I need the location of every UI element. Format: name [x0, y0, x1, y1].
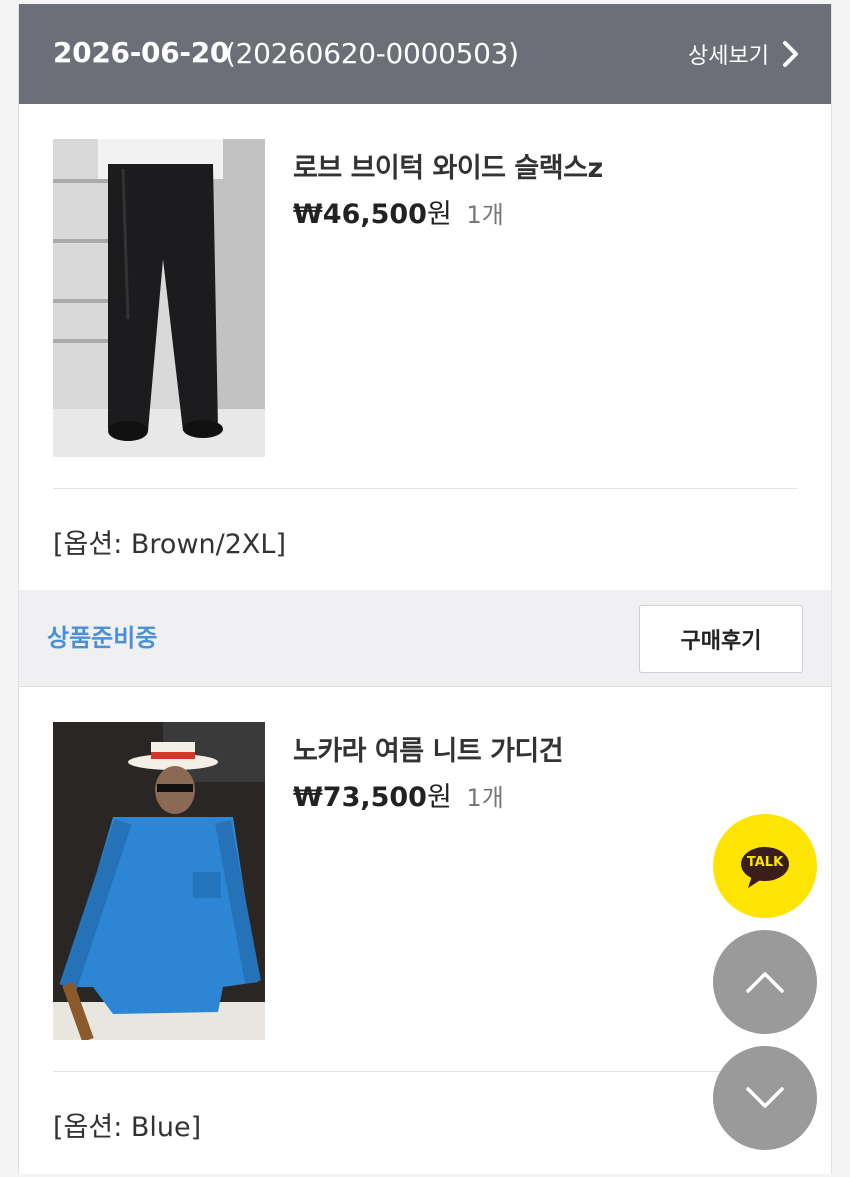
scroll-down-button[interactable] [713, 1046, 817, 1150]
chevron-right-icon [783, 41, 798, 67]
product-name[interactable]: 로브 브이턱 와이드 슬랙스z [293, 146, 603, 185]
order-item: 로브 브이턱 와이드 슬랙스z ₩46,500원 1개 [옵션: Brown/2… [19, 104, 831, 590]
item-status-bar: 상품준비중 구매후기 [19, 590, 831, 687]
review-button[interactable]: 구매후기 [639, 605, 803, 673]
divider [53, 488, 797, 489]
product-image[interactable] [53, 722, 265, 1040]
knit-cardigan-photo [53, 722, 265, 1040]
product-name[interactable]: 노카라 여름 니트 가디건 [293, 729, 564, 768]
order-item: 노카라 여름 니트 가디건 ₩73,500원 1개 [옵션: Blue] [19, 687, 831, 1177]
price-value: ₩46,500 [293, 199, 427, 230]
scroll-up-button[interactable] [713, 930, 817, 1034]
product-image[interactable] [53, 139, 265, 457]
order-header: 2026-06-20 (20260620-0000503) 상세보기 [19, 4, 831, 104]
price-unit: 원 [426, 199, 452, 230]
status-label: 상품준비중 [47, 624, 158, 652]
price-value: ₩73,500 [293, 782, 427, 813]
quantity: 1개 [466, 201, 504, 229]
chat-bubble-icon: TALK [740, 846, 790, 888]
order-card: 2026-06-20 (20260620-0000503) 상세보기 로브 브이… [18, 4, 832, 1174]
order-number: (20260620-0000503) [225, 37, 519, 70]
order-date: 2026-06-20 [53, 36, 230, 69]
product-option: [옵션: Brown/2XL] [53, 529, 286, 560]
price-unit: 원 [426, 782, 452, 813]
chevron-up-icon [746, 972, 784, 993]
detail-link-label: 상세보기 [688, 44, 769, 69]
detail-link[interactable]: 상세보기 [688, 38, 801, 70]
product-option: [옵션: Blue] [53, 1112, 202, 1143]
quantity: 1개 [466, 784, 504, 812]
product-price: ₩73,500원 1개 [293, 775, 504, 814]
chevron-down-icon [746, 1087, 784, 1108]
product-price: ₩46,500원 1개 [293, 192, 504, 231]
divider [53, 1071, 797, 1072]
kakao-talk-button[interactable]: TALK [713, 814, 817, 918]
wide-slacks-photo [53, 139, 265, 457]
talk-label: TALK [746, 855, 784, 870]
